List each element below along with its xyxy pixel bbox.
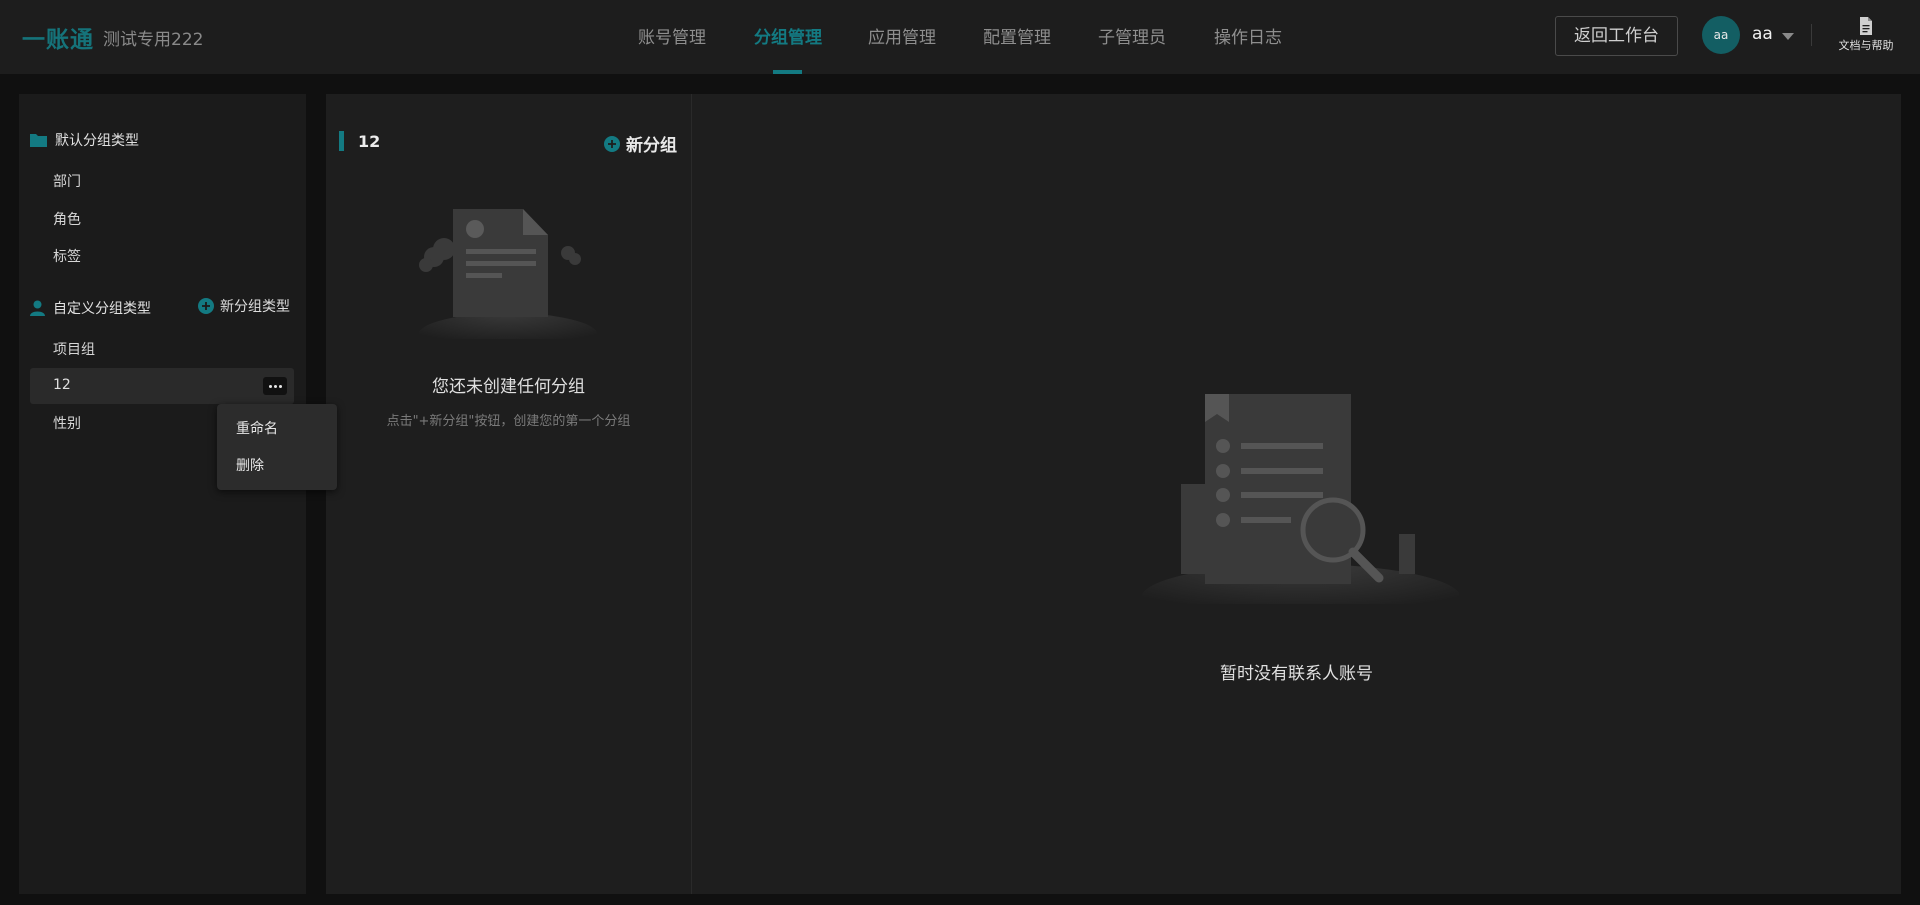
header-divider [1811,24,1812,46]
app-logo[interactable]: 一账通 [22,20,94,54]
sidebar-item-role[interactable]: 角色 [53,209,81,229]
menu-item-delete[interactable]: 删除 [236,455,264,475]
nav-operation-log[interactable]: 操作日志 [1214,23,1282,48]
group-type-title: 12 [358,132,381,151]
plus-circle-icon [604,135,620,152]
top-bar: 一账通 测试专用222 账号管理 分组管理 应用管理 配置管理 子管理员 操作日… [0,0,1920,74]
folder-icon [30,134,47,147]
sidebar-item-department[interactable]: 部门 [53,171,81,191]
sidebar-item-gender[interactable]: 性别 [53,413,81,433]
nav-config-management[interactable]: 配置管理 [983,23,1051,48]
default-group-type-title: 默认分组类型 [55,133,139,149]
empty-group-title: 您还未创建任何分组 [432,377,585,397]
sidebar-item-label: 12 [53,377,71,393]
document-icon [1860,17,1872,35]
new-group-label: 新分组 [626,136,677,156]
return-workbench-button[interactable]: 返回工作台 [1555,16,1678,56]
context-menu: 重命名 删除 [217,404,337,490]
empty-contact-text: 暂时没有联系人账号 [1220,664,1373,684]
nav-sub-admin[interactable]: 子管理员 [1098,23,1166,48]
menu-item-rename[interactable]: 重命名 [236,418,278,438]
contact-account-panel: 暂时没有联系人账号 [692,94,1901,894]
username[interactable]: aa [1752,24,1773,44]
more-options-icon[interactable] [263,377,287,395]
sidebar-item-tag[interactable]: 标签 [53,246,81,266]
empty-search-illustration [1141,394,1459,604]
group-list-panel: 12 新分组 您还未创建任何分组 点击"+新分组"按钮，创建您的第一个分组 [326,94,691,894]
avatar[interactable]: aa [1702,16,1740,54]
nav-group-management[interactable]: 分组管理 [754,23,822,48]
empty-document-illustration [418,209,598,339]
title-accent-bar [339,131,344,151]
custom-group-type-title: 自定义分组类型 [53,301,151,317]
sidebar-item-12[interactable]: 12 [30,368,294,404]
add-group-type-label: 新分组类型 [220,299,290,315]
nav-app-management[interactable]: 应用管理 [868,23,936,48]
nav-active-indicator [773,70,802,74]
tenant-name: 测试专用222 [103,30,204,50]
plus-circle-icon [198,298,214,314]
chevron-down-icon[interactable] [1782,33,1794,40]
add-group-type-button[interactable]: 新分组类型 [198,296,290,316]
nav-account-management[interactable]: 账号管理 [638,23,706,48]
new-group-button[interactable]: 新分组 [604,131,677,156]
help-label: 文档与帮助 [1838,39,1894,52]
empty-group-hint: 点击"+新分组"按钮，创建您的第一个分组 [386,414,631,429]
custom-group-type-header: 自定义分组类型 [30,298,151,318]
help-button[interactable]: 文档与帮助 [1830,16,1902,53]
user-icon [30,300,45,316]
default-group-type-header: 默认分组类型 [30,130,139,150]
sidebar-item-project-group[interactable]: 项目组 [53,339,95,359]
group-type-sidebar: 默认分组类型 部门 角色 标签 自定义分组类型 新分组类型 项目组 12 性别 [19,94,306,894]
